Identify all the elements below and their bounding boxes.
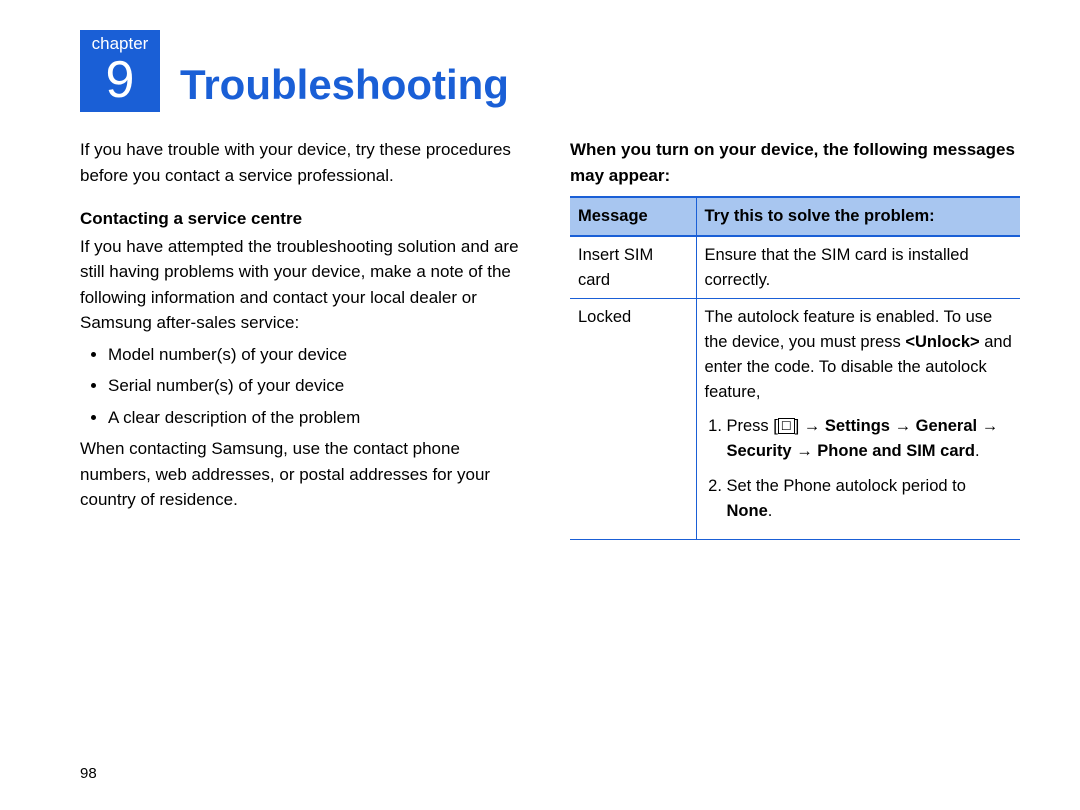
chapter-box: chapter 9 bbox=[80, 30, 160, 112]
msg-locked: Locked bbox=[570, 299, 696, 540]
step1-b: ] → bbox=[795, 417, 825, 435]
chapter-header: chapter 9 Troubleshooting bbox=[80, 30, 1020, 112]
table-row: Locked The autolock feature is enabled. … bbox=[570, 299, 1020, 540]
chapter-title: Troubleshooting bbox=[180, 64, 509, 112]
step2-a: Set the Phone autolock period to bbox=[727, 477, 966, 495]
step1-security: Security bbox=[727, 442, 792, 460]
section-heading: Contacting a service centre bbox=[80, 206, 530, 232]
intro-text: If you have trouble with your device, tr… bbox=[80, 137, 530, 188]
sol-locked: The autolock feature is enabled. To use … bbox=[696, 299, 1020, 540]
list-item: Model number(s) of your device bbox=[108, 342, 530, 368]
dot: . bbox=[975, 442, 980, 460]
menu-icon: ☐ bbox=[778, 418, 795, 434]
page-number: 98 bbox=[80, 765, 97, 782]
header-solution: Try this to solve the problem: bbox=[696, 197, 1020, 236]
messages-table: Message Try this to solve the problem: I… bbox=[570, 196, 1020, 540]
locked-steps: Press [☐] → Settings → General → Securit… bbox=[705, 414, 1013, 523]
contact-para: When contacting Samsung, use the contact… bbox=[80, 436, 530, 513]
table-row: Insert SIM card Ensure that the SIM card… bbox=[570, 236, 1020, 299]
table-header-row: Message Try this to solve the problem: bbox=[570, 197, 1020, 236]
step1-phone-sim: Phone and SIM card bbox=[817, 442, 975, 460]
step1-a: Press [ bbox=[727, 417, 778, 435]
chapter-number: 9 bbox=[80, 54, 160, 112]
list-item: A clear description of the problem bbox=[108, 405, 530, 431]
arrow: → bbox=[792, 442, 818, 460]
info-list: Model number(s) of your device Serial nu… bbox=[80, 342, 530, 431]
step-1: Press [☐] → Settings → General → Securit… bbox=[727, 414, 1013, 464]
messages-heading: When you turn on your device, the follow… bbox=[570, 137, 1020, 188]
unlock-bold: <Unlock> bbox=[905, 333, 979, 351]
right-column: When you turn on your device, the follow… bbox=[570, 137, 1020, 540]
arrow: → bbox=[890, 417, 916, 435]
list-item: Serial number(s) of your device bbox=[108, 373, 530, 399]
arrow: → bbox=[977, 417, 998, 435]
header-message: Message bbox=[570, 197, 696, 236]
left-column: If you have trouble with your device, tr… bbox=[80, 137, 530, 540]
step-2: Set the Phone autolock period to None. bbox=[727, 474, 1013, 524]
step2-none: None bbox=[727, 502, 768, 520]
msg-insert-sim: Insert SIM card bbox=[570, 236, 696, 299]
sol-insert-sim: Ensure that the SIM card is installed co… bbox=[696, 236, 1020, 299]
step1-settings: Settings bbox=[825, 417, 890, 435]
dot: . bbox=[768, 502, 773, 520]
service-centre-para: If you have attempted the troubleshootin… bbox=[80, 234, 530, 336]
step1-general: General bbox=[916, 417, 977, 435]
